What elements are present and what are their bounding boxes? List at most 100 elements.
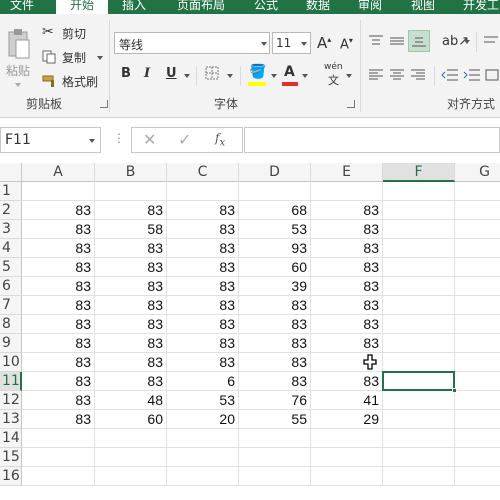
cell-g9[interactable] xyxy=(455,334,500,353)
cell-c14[interactable] xyxy=(167,429,239,448)
cell-f7[interactable] xyxy=(383,296,455,315)
row-header-13[interactable]: 13 xyxy=(0,410,22,429)
cell-c2[interactable]: 83 xyxy=(167,201,239,220)
cell-g4[interactable] xyxy=(455,239,500,258)
cell-b11[interactable]: 83 xyxy=(95,372,167,391)
tab-view[interactable]: 视图 xyxy=(403,0,443,14)
row-header-16[interactable]: 16 xyxy=(0,467,22,486)
border-dropdown-icon[interactable] xyxy=(227,74,233,78)
row-header-5[interactable]: 5 xyxy=(0,258,22,277)
cell-e7[interactable]: 83 xyxy=(311,296,383,315)
cell-a6[interactable]: 83 xyxy=(22,277,95,296)
cell-b4[interactable]: 83 xyxy=(95,239,167,258)
cell-c10[interactable]: 83 xyxy=(167,353,239,372)
cell-e1[interactable] xyxy=(311,182,383,201)
align-bottom-button[interactable] xyxy=(408,30,430,52)
cell-b16[interactable] xyxy=(95,467,167,486)
cell-e3[interactable]: 83 xyxy=(311,220,383,239)
cell-d1[interactable] xyxy=(239,182,311,201)
paste-dropdown-icon[interactable] xyxy=(15,83,21,87)
cell-b8[interactable]: 83 xyxy=(95,315,167,334)
cell-d8[interactable]: 83 xyxy=(239,315,311,334)
fill-color-dropdown-icon[interactable] xyxy=(271,74,277,78)
cell-c5[interactable]: 83 xyxy=(167,258,239,277)
column-header-b[interactable]: B xyxy=(95,163,167,182)
paste-button[interactable]: 粘贴 xyxy=(4,28,32,92)
font-name-select[interactable]: 等线 xyxy=(114,32,270,54)
tab-file[interactable]: 文件 xyxy=(0,0,44,14)
italic-button[interactable]: I xyxy=(144,66,150,81)
cell-d2[interactable]: 68 xyxy=(239,201,311,220)
cell-g3[interactable] xyxy=(455,220,500,239)
cell-d7[interactable]: 83 xyxy=(239,296,311,315)
cell-a1[interactable] xyxy=(22,182,95,201)
cell-f6[interactable] xyxy=(383,277,455,296)
merge-center-icon[interactable] xyxy=(485,68,499,82)
cell-f1[interactable] xyxy=(383,182,455,201)
cell-b5[interactable]: 83 xyxy=(95,258,167,277)
cell-d9[interactable]: 83 xyxy=(239,334,311,353)
cell-f5[interactable] xyxy=(383,258,455,277)
row-header-4[interactable]: 4 xyxy=(0,239,22,258)
cell-c7[interactable]: 83 xyxy=(167,296,239,315)
cell-f12[interactable] xyxy=(383,391,455,410)
cell-a15[interactable] xyxy=(22,448,95,467)
cell-f10[interactable] xyxy=(383,353,455,372)
column-header-c[interactable]: C xyxy=(167,163,239,182)
cell-g8[interactable] xyxy=(455,315,500,334)
font-color-dropdown-icon[interactable] xyxy=(302,74,308,78)
cell-f9[interactable] xyxy=(383,334,455,353)
cell-c11[interactable]: 6 xyxy=(167,372,239,391)
align-middle-icon[interactable] xyxy=(389,34,405,48)
cell-f2[interactable] xyxy=(383,201,455,220)
fill-color-button[interactable]: 🪣 xyxy=(248,64,266,86)
cell-b1[interactable] xyxy=(95,182,167,201)
column-header-a[interactable]: A xyxy=(22,163,95,182)
increase-font-size-icon[interactable]: A▴ xyxy=(317,34,331,52)
cell-d6[interactable]: 39 xyxy=(239,277,311,296)
cell-c8[interactable]: 83 xyxy=(167,315,239,334)
cell-g11[interactable] xyxy=(455,372,500,391)
wrap-text-icon[interactable] xyxy=(483,34,499,48)
cell-g16[interactable] xyxy=(455,467,500,486)
underline-button[interactable]: U xyxy=(166,66,177,81)
cell-a2[interactable]: 83 xyxy=(22,201,95,220)
cell-f3[interactable] xyxy=(383,220,455,239)
phonetic-dropdown-icon[interactable] xyxy=(346,74,352,78)
decrease-indent-icon[interactable] xyxy=(441,68,459,82)
cell-e4[interactable]: 83 xyxy=(311,239,383,258)
cell-g1[interactable] xyxy=(455,182,500,201)
formula-bar-grip-icon[interactable]: ⋮ xyxy=(113,131,125,145)
tab-page-layout[interactable]: 页面布局 xyxy=(168,0,234,14)
column-header-g[interactable]: G xyxy=(455,163,500,182)
cell-c9[interactable]: 83 xyxy=(167,334,239,353)
cell-d16[interactable] xyxy=(239,467,311,486)
cell-a11[interactable]: 83 xyxy=(22,372,95,391)
select-all-corner[interactable] xyxy=(0,163,22,182)
font-color-button[interactable]: A xyxy=(282,64,298,86)
cell-e14[interactable] xyxy=(311,429,383,448)
enter-icon[interactable]: ✓ xyxy=(178,130,191,149)
cell-a13[interactable]: 83 xyxy=(22,410,95,429)
font-size-select[interactable]: 11 xyxy=(272,32,311,54)
tab-data[interactable]: 数据 xyxy=(298,0,338,14)
row-header-9[interactable]: 9 xyxy=(0,334,22,353)
cell-d3[interactable]: 53 xyxy=(239,220,311,239)
cancel-icon[interactable]: ✕ xyxy=(143,130,156,149)
cell-g14[interactable] xyxy=(455,429,500,448)
cell-d13[interactable]: 55 xyxy=(239,410,311,429)
cell-a5[interactable]: 83 xyxy=(22,258,95,277)
cell-g13[interactable] xyxy=(455,410,500,429)
tab-review[interactable]: 审阅 xyxy=(350,0,390,14)
cell-d15[interactable] xyxy=(239,448,311,467)
cell-a4[interactable]: 83 xyxy=(22,239,95,258)
column-header-e[interactable]: E xyxy=(311,163,383,182)
align-left-icon[interactable] xyxy=(368,68,384,82)
cell-a16[interactable] xyxy=(22,467,95,486)
align-top-icon[interactable] xyxy=(368,34,384,48)
row-header-7[interactable]: 7 xyxy=(0,296,22,315)
cell-g15[interactable] xyxy=(455,448,500,467)
cell-e6[interactable]: 83 xyxy=(311,277,383,296)
cell-c1[interactable] xyxy=(167,182,239,201)
cell-b13[interactable]: 60 xyxy=(95,410,167,429)
